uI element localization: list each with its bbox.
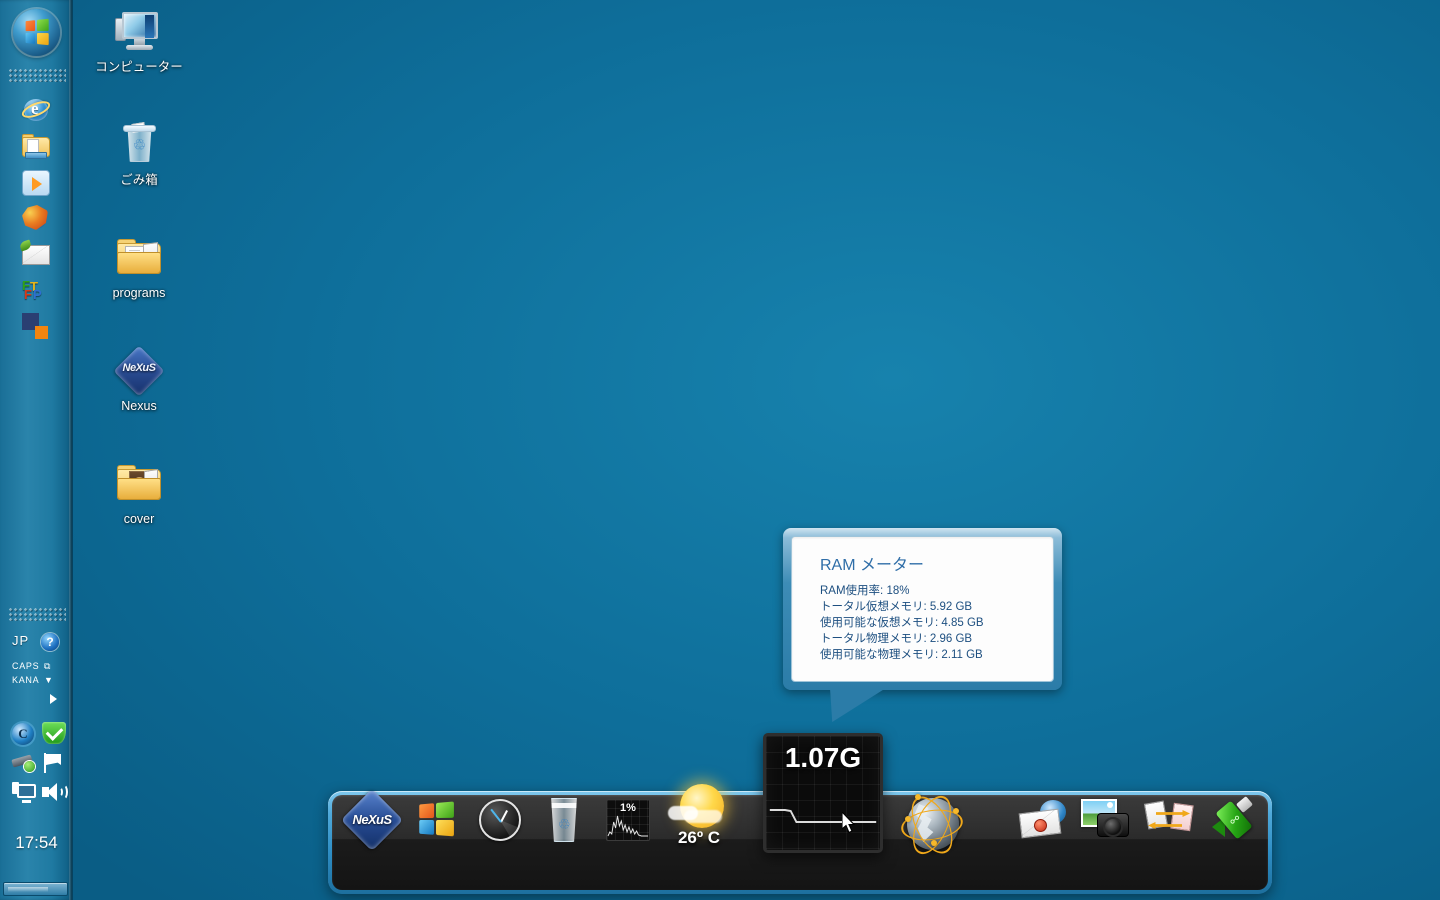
squares-icon[interactable]: [22, 313, 50, 341]
action-center-flag-icon[interactable]: [44, 753, 64, 773]
desktop-icon-label: コンピューター: [95, 60, 183, 74]
ftp-icon[interactable]: FTFP: [22, 276, 50, 304]
ime-caps-icon: ⧉: [44, 661, 52, 671]
tooltip-title: RAM メーター: [820, 557, 925, 574]
antivirus-icon[interactable]: [12, 723, 34, 745]
ime-caps-indicator[interactable]: CAPS ⧉: [12, 661, 50, 671]
desktop-icon-cover[interactable]: cover: [69, 460, 209, 527]
desktop-icon-label: programs: [112, 286, 166, 300]
taskbar: e FTFP JP ? CAPS ⧉ KANA ▼ 17:54: [0, 0, 73, 900]
desktop-icon-label: Nexus: [121, 399, 157, 413]
tooltip-line: トータル仮想メモリ: 5.92 GB: [820, 601, 973, 613]
weather-temperature: 26º C: [677, 828, 721, 847]
recycle-bin-icon: ♲: [115, 121, 163, 169]
photos-camera-dock-icon[interactable]: [1078, 796, 1134, 844]
tooltip-line: 使用可能な物理メモリ: 2.11 GB: [820, 649, 983, 661]
folder-image-icon: [115, 460, 163, 508]
firefox-icon[interactable]: [22, 204, 50, 232]
cpu-meter-dock-icon[interactable]: 1%: [600, 796, 656, 844]
ime-help-icon[interactable]: ?: [41, 633, 59, 651]
mail-dock-icon[interactable]: [1014, 796, 1070, 844]
clock-dock-icon[interactable]: [472, 796, 528, 844]
file-transfer-dock-icon[interactable]: [1142, 796, 1198, 844]
desktop-icon-nexus[interactable]: NeXuS Nexus: [69, 345, 209, 414]
taskbar-clock[interactable]: 17:54: [0, 833, 73, 853]
recycle-bin-dock-icon[interactable]: ♲: [536, 796, 592, 844]
ime-kana-label: KANA: [12, 675, 40, 685]
ime-kana-indicator[interactable]: KANA ▼: [12, 675, 53, 685]
internet-explorer-icon[interactable]: e: [19, 96, 53, 124]
windows-start-dock-icon[interactable]: [408, 796, 464, 844]
windows-logo-icon: [25, 18, 50, 47]
desktop-icon-label: cover: [123, 512, 155, 526]
network-icon[interactable]: [12, 782, 36, 803]
folder-icon: [115, 234, 163, 282]
nexus-icon: NeXuS: [113, 345, 165, 397]
chevron-down-icon: ▼: [44, 675, 54, 685]
computer-icon: [115, 8, 163, 56]
usb-drive-dock-icon[interactable]: ⚯: [1206, 796, 1262, 844]
tooltip-line: トータル物理メモリ: 2.96 GB: [820, 633, 973, 645]
taskbar-scrollbar[interactable]: [3, 882, 68, 896]
desktop-icon-recycle-bin[interactable]: ♲ ごみ箱: [69, 121, 209, 188]
start-button[interactable]: [13, 9, 60, 56]
security-shield-icon[interactable]: [42, 722, 66, 744]
taskbar-grip-bottom[interactable]: [8, 607, 66, 621]
windows-explorer-icon[interactable]: [22, 133, 50, 161]
desktop-icon-computer[interactable]: コンピューター: [69, 8, 209, 75]
weather-dock-icon[interactable]: 26º C: [664, 784, 724, 847]
windows-media-player-icon[interactable]: [22, 169, 50, 197]
desktop-icon-label: ごみ箱: [120, 173, 158, 187]
desktop-icon-programs[interactable]: programs: [69, 234, 209, 301]
ime-expand-arrow-icon[interactable]: [50, 694, 57, 704]
ime-language-indicator[interactable]: JP: [12, 633, 29, 648]
ime-caps-label: CAPS: [12, 661, 40, 671]
network-globe-dock-icon[interactable]: [894, 790, 965, 860]
ram-meter-value: 1.07G: [784, 742, 862, 773]
volume-icon[interactable]: [42, 782, 68, 803]
ram-meter-widget[interactable]: 1.07G: [763, 733, 883, 853]
taskbar-grip-top[interactable]: [8, 68, 66, 82]
desktop-background[interactable]: [0, 0, 1440, 900]
tooltip-line: 使用可能な仮想メモリ: 4.85 GB: [820, 617, 984, 629]
ram-meter-tooltip: RAM メーター RAM使用率: 18% トータル仮想メモリ: 5.92 GB …: [783, 528, 1062, 722]
safely-remove-hardware-icon[interactable]: [11, 753, 36, 772]
nexus-dock-label: NeXuS: [352, 812, 393, 827]
mail-icon[interactable]: [18, 239, 50, 269]
nexus-dock-icon[interactable]: NeXuS: [340, 788, 404, 852]
tooltip-line: RAM使用率: 18%: [820, 585, 910, 597]
